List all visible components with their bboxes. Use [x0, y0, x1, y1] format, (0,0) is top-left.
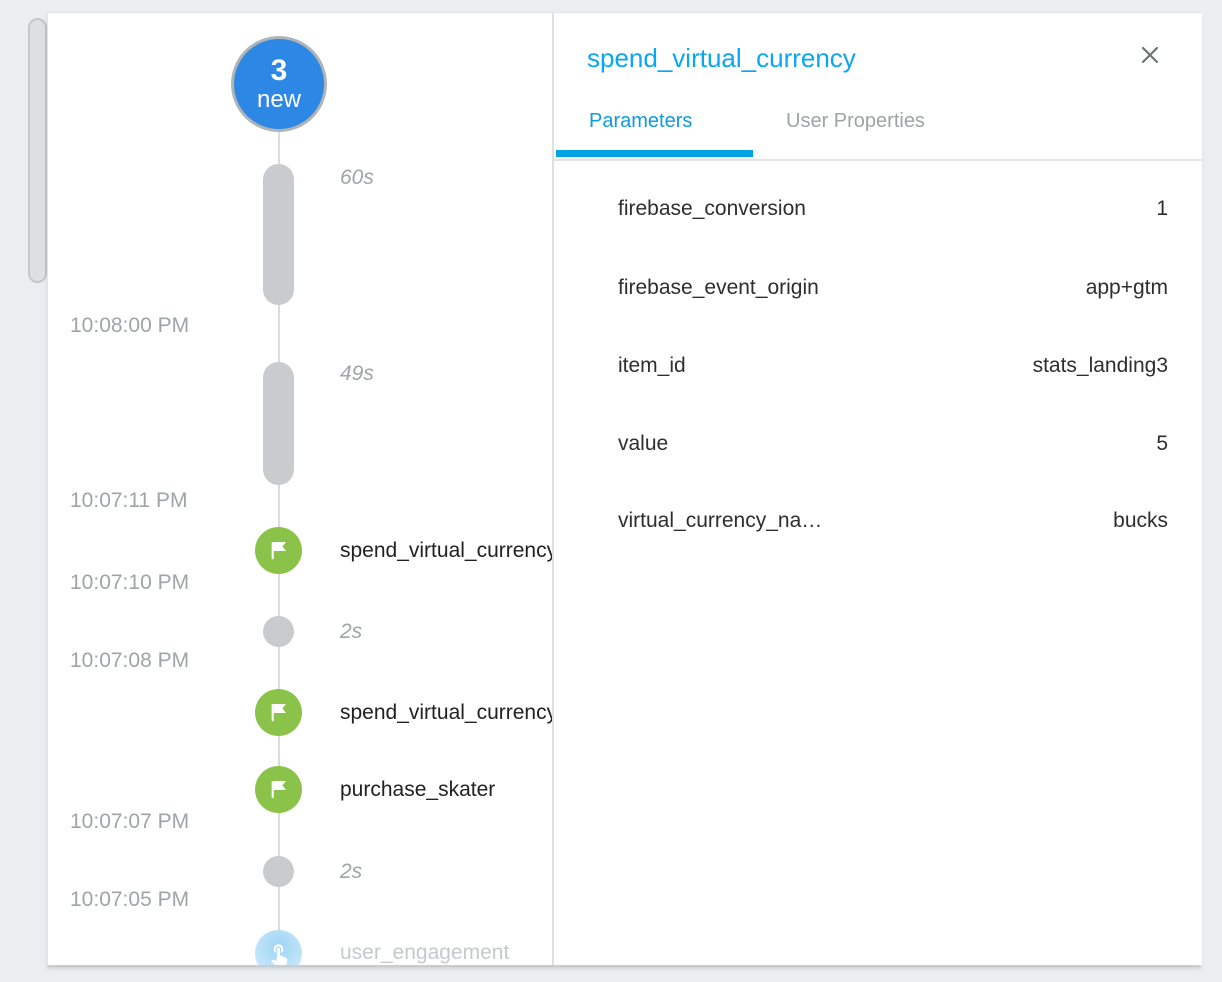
timestamp: 10:08:00 PM [70, 313, 230, 339]
scrollbar-thumb[interactable] [28, 18, 47, 283]
timeline-panel: 3 new [48, 13, 552, 965]
time-gap-dot [263, 616, 294, 647]
timestamp: 10:07:05 PM [70, 887, 230, 913]
event-name[interactable]: spend_virtual_currency [340, 538, 552, 564]
new-events-badge[interactable]: 3 new [231, 36, 327, 132]
tabs-divider [554, 159, 1204, 161]
tap-icon [266, 941, 292, 966]
event-marker-flag[interactable] [255, 689, 302, 736]
close-button[interactable] [1136, 41, 1164, 69]
event-name[interactable]: spend_virtual_currency [340, 700, 552, 726]
event-marker-flag[interactable] [255, 527, 302, 574]
flag-icon [265, 776, 292, 803]
gap-duration-label: 60s [340, 165, 374, 191]
parameter-key: virtual_currency_na… [618, 507, 822, 535]
debugview-page: 3 new [0, 0, 1222, 982]
parameter-row: item_id stats_landing3 [618, 352, 1168, 380]
time-gap-pill [263, 164, 294, 305]
parameter-row: firebase_conversion 1 [618, 195, 1168, 223]
event-stream-card: 3 new [47, 12, 1201, 967]
parameter-value: 5 [1156, 430, 1168, 458]
event-marker-engagement[interactable] [255, 930, 302, 965]
tab-parameters[interactable]: Parameters [589, 109, 692, 133]
gap-duration-label: 49s [340, 361, 374, 387]
parameter-row: value 5 [618, 430, 1168, 458]
parameter-key: firebase_conversion [618, 195, 806, 223]
parameter-row: firebase_event_origin app+gtm [618, 274, 1168, 302]
new-events-count: 3 [271, 55, 288, 87]
parameter-row: virtual_currency_na… bucks [618, 507, 1168, 535]
parameter-value: bucks [1113, 507, 1168, 535]
timestamp: 10:07:10 PM [70, 570, 230, 596]
flag-icon [265, 537, 292, 564]
event-name[interactable]: user_engagement [340, 940, 552, 965]
timestamp: 10:07:07 PM [70, 809, 230, 835]
event-detail-panel: spend_virtual_currency Parameters User P… [552, 13, 1202, 965]
close-icon [1138, 43, 1162, 67]
timestamp: 10:07:08 PM [70, 648, 230, 674]
event-name[interactable]: purchase_skater [340, 777, 552, 803]
time-gap-dot [263, 856, 294, 887]
flag-icon [265, 699, 292, 726]
active-tab-indicator [556, 150, 753, 157]
parameter-value: app+gtm [1086, 274, 1168, 302]
timestamp: 10:07:11 PM [70, 488, 230, 514]
time-gap-pill [263, 362, 294, 485]
panel-title: spend_virtual_currency [587, 41, 856, 75]
event-marker-flag[interactable] [255, 766, 302, 813]
parameter-key: firebase_event_origin [618, 274, 819, 302]
gap-duration-label: 2s [340, 619, 362, 645]
parameter-key: value [618, 430, 668, 458]
parameter-value: stats_landing3 [1033, 352, 1168, 380]
tab-user-properties[interactable]: User Properties [786, 109, 925, 133]
gap-duration-label: 2s [340, 859, 362, 885]
parameter-value: 1 [1156, 195, 1168, 223]
new-events-new-label: new [257, 87, 301, 113]
parameter-key: item_id [618, 352, 686, 380]
